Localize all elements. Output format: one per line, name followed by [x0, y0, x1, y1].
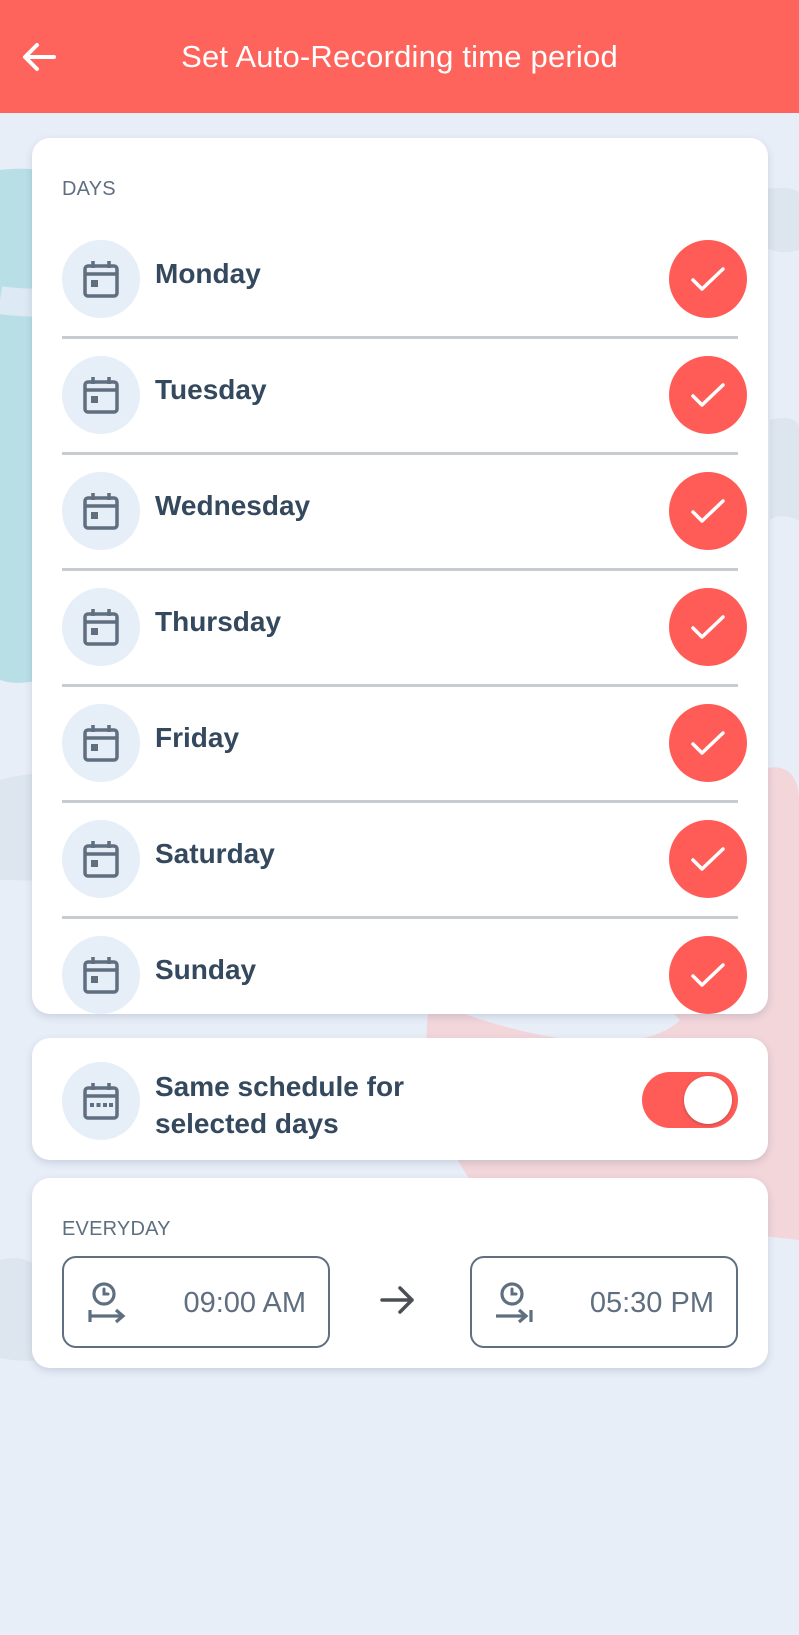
- end-time-value: 05:30 PM: [589, 1287, 714, 1319]
- start-time-picker[interactable]: 09:00 AM: [62, 1256, 330, 1348]
- friday-check-button[interactable]: [669, 704, 747, 782]
- end-time-picker[interactable]: 05:30 PM: [470, 1256, 738, 1348]
- day-label: Monday: [155, 258, 261, 289]
- day-row-tuesday[interactable]: Tuesday: [32, 338, 768, 455]
- calendar-week-icon: [62, 1062, 140, 1140]
- time-period-card: EVERYDAY 09:00 AM 05:30 PM: [32, 1178, 768, 1368]
- start-time-value: 09:00 AM: [183, 1287, 306, 1319]
- calendar-icon: [62, 356, 140, 434]
- day-label: Tuesday: [155, 374, 267, 405]
- wednesday-check-button[interactable]: [669, 472, 747, 550]
- calendar-icon: [62, 936, 140, 1014]
- day-label: Saturday: [155, 838, 275, 869]
- calendar-icon: [62, 588, 140, 666]
- clock-end-icon: [496, 1282, 533, 1324]
- thursday-check-button[interactable]: [669, 588, 747, 666]
- day-label: Friday: [155, 722, 240, 753]
- page-title: Set Auto-Recording time period: [181, 38, 618, 74]
- calendar-icon: [62, 820, 140, 898]
- check-icon: [691, 847, 725, 871]
- saturday-check-button[interactable]: [669, 820, 747, 898]
- day-label: Thursday: [155, 606, 282, 637]
- app-header: Set Auto-Recording time period: [0, 0, 799, 113]
- sunday-check-button[interactable]: [669, 936, 747, 1014]
- same-schedule-toggle[interactable]: [642, 1072, 738, 1128]
- day-row-monday[interactable]: Monday: [32, 222, 768, 339]
- days-section-label: DAYS: [62, 178, 116, 200]
- toggle-knob: [684, 1076, 732, 1124]
- arrow-left-icon: [23, 43, 56, 71]
- calendar-icon: [62, 240, 140, 318]
- same-schedule-label: Same schedule for selected days: [155, 1071, 404, 1139]
- check-icon: [691, 963, 725, 987]
- calendar-icon: [62, 704, 140, 782]
- day-row-thursday[interactable]: Thursday: [32, 570, 768, 687]
- day-row-friday[interactable]: Friday: [32, 686, 768, 803]
- tuesday-check-button[interactable]: [669, 356, 747, 434]
- day-row-sunday[interactable]: Sunday: [32, 918, 768, 1034]
- days-card: DAYS Monday Tuesday Wednesday Thursday F…: [32, 138, 768, 1014]
- check-icon: [691, 267, 725, 291]
- clock-start-icon: [88, 1282, 126, 1324]
- check-icon: [691, 499, 725, 523]
- back-button[interactable]: [14, 36, 64, 78]
- arrow-right-icon: [380, 1286, 414, 1314]
- day-label: Wednesday: [155, 490, 311, 521]
- check-icon: [691, 615, 725, 639]
- check-icon: [691, 383, 725, 407]
- same-schedule-card: Same schedule for selected days: [32, 1038, 768, 1160]
- monday-check-button[interactable]: [669, 240, 747, 318]
- day-row-wednesday[interactable]: Wednesday: [32, 454, 768, 571]
- day-label: Sunday: [155, 954, 257, 985]
- everyday-label: EVERYDAY: [62, 1218, 171, 1240]
- day-row-saturday[interactable]: Saturday: [32, 802, 768, 919]
- calendar-icon: [62, 472, 140, 550]
- check-icon: [691, 731, 725, 755]
